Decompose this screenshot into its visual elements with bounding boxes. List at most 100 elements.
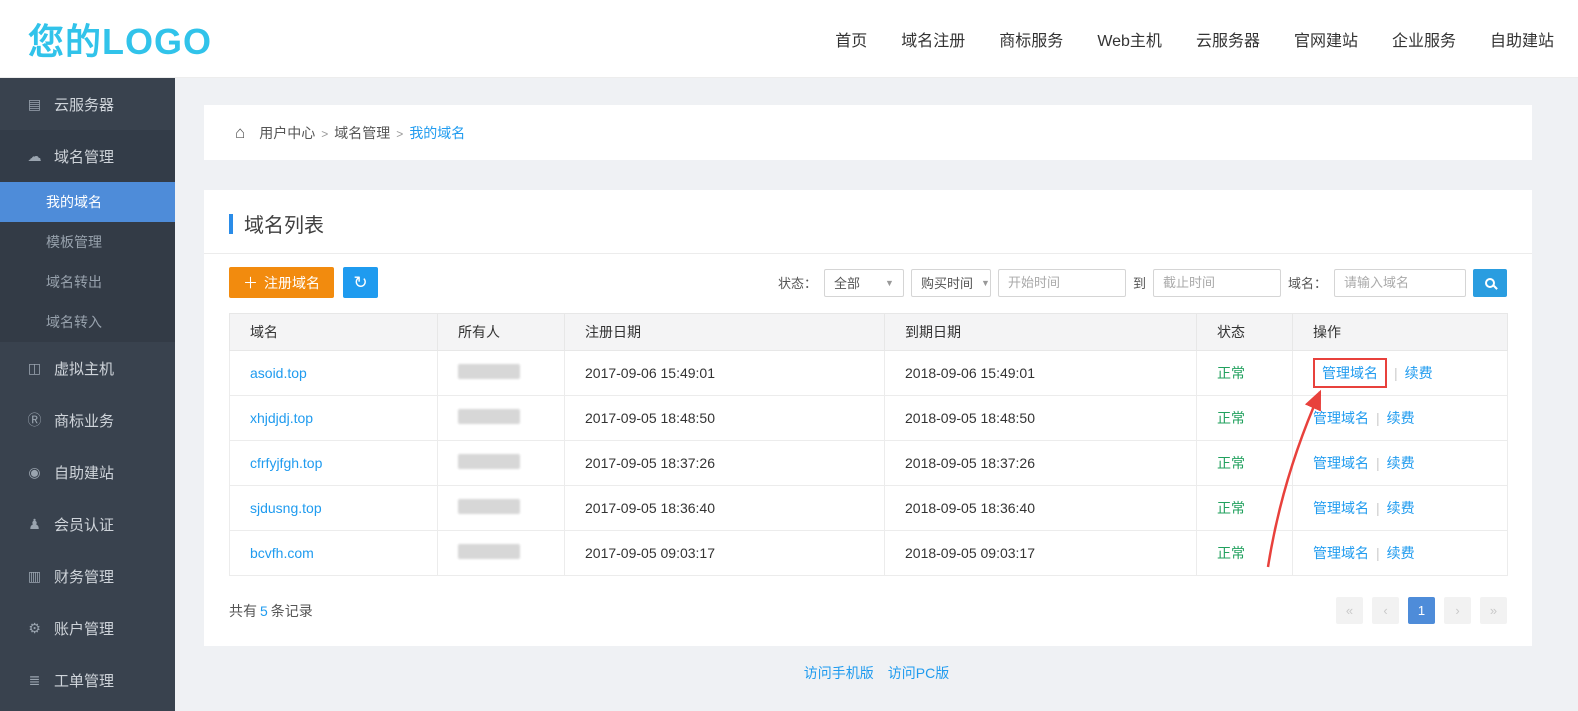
manage-domain-link[interactable]: 管理域名 [1313,545,1369,561]
search-button[interactable] [1473,269,1507,297]
top-nav-item[interactable]: 域名注册 [901,27,965,51]
page-button[interactable]: « [1336,597,1363,624]
domain-link[interactable]: cfrfyjfgh.top [250,455,322,471]
breadcrumb-item[interactable]: 我的域名 [409,125,465,141]
breadcrumb-item[interactable]: 用户中心 [259,125,315,141]
owner-redacted-block [458,544,520,559]
sidebar-item-label: 财务管理 [54,566,114,587]
page-button[interactable]: 1 [1408,597,1435,624]
record-count-number: 5 [260,603,268,619]
top-nav-item[interactable]: 首页 [835,27,867,51]
owner-cell [438,441,565,486]
sidebar-item[interactable]: Ⓡ商标业务 [0,394,175,446]
table-row: sjdusng.top2017-09-05 18:36:402018-09-05… [230,486,1508,531]
status-select[interactable]: 全部 ▼ [824,269,904,297]
page-button[interactable]: › [1444,597,1471,624]
card-title-row: 域名列表 [204,190,1532,254]
footer-link[interactable]: 访问手机版 [804,665,874,681]
sidebar-item-label: 虚拟主机 [54,358,114,379]
manage-domain-link[interactable]: 管理域名 [1313,455,1369,471]
manage-domain-link[interactable]: 管理域名 [1313,500,1369,516]
domain-link[interactable]: bcvfh.com [250,545,314,561]
sidebar-item[interactable]: ⚙ 账户管理 [0,602,175,654]
owner-cell [438,531,565,576]
chevron-down-icon: ▼ [885,278,894,288]
sidebar-item-label: 自助建站 [54,462,114,483]
table-row: asoid.top2017-09-06 15:49:012018-09-06 1… [230,351,1508,396]
renew-link[interactable]: 续费 [1387,500,1415,516]
renew-link[interactable]: 续费 [1387,455,1415,471]
register-domain-button[interactable]: ＋ 注册域名 [229,267,334,298]
ticket-icon: ≣ [26,672,43,689]
status-cell: 正常 [1197,351,1293,396]
top-nav-item[interactable]: Web主机 [1097,27,1162,51]
domain-link[interactable]: asoid.top [250,365,307,381]
sidebar-item-label: 账户管理 [54,618,114,639]
sidebar-item[interactable]: ◉自助建站 [0,446,175,498]
manage-domain-link[interactable]: 管理域名 [1313,410,1369,426]
sidebar-item[interactable]: 域名转出 [0,262,175,302]
sidebar-item-label: 商标业务 [54,410,114,431]
sidebar-item[interactable]: ☁域名管理 [0,130,175,182]
sidebar-item[interactable]: 域名转入 [0,302,175,342]
actions-cell: 管理域名|续费 [1293,396,1508,441]
renew-link[interactable]: 续费 [1387,545,1415,561]
register-date-cell: 2017-09-06 15:49:01 [565,351,885,396]
to-label: 到 [1133,273,1146,292]
register-date-cell: 2017-09-05 09:03:17 [565,531,885,576]
top-nav-item[interactable]: 企业服务 [1392,27,1456,51]
sidebar-item-label: 工单管理 [54,670,114,691]
footer-links: 访问手机版访问PC版 [175,663,1578,683]
time-type-select[interactable]: 购买时间 ▼ [911,269,991,297]
register-date-cell: 2017-09-05 18:48:50 [565,396,885,441]
sidebar-item[interactable]: 模板管理 [0,222,175,262]
top-nav-item[interactable]: 官网建站 [1294,27,1358,51]
breadcrumb-item[interactable]: 域名管理 [334,125,390,141]
page-button[interactable]: ‹ [1372,597,1399,624]
column-header: 所有人 [438,314,565,351]
sidebar-item[interactable]: ≣ 工单管理 [0,654,175,706]
column-header: 注册日期 [565,314,885,351]
top-nav-item[interactable]: 云服务器 [1196,27,1260,51]
owner-redacted-block [458,364,520,379]
vhost-icon: ◫ [26,360,43,377]
owner-cell [438,486,565,531]
manage-domain-link[interactable]: 管理域名 [1313,358,1387,388]
sidebar-item[interactable]: 我的域名 [0,182,175,222]
owner-redacted-block [458,499,520,514]
logo: 您的LOGO [28,13,212,65]
sidebar-item-label: 模板管理 [46,232,102,252]
sidebar-item[interactable]: ♟会员认证 [0,498,175,550]
actions-cell: 管理域名|续费 [1293,486,1508,531]
finance-icon: ▥ [26,568,43,585]
home-icon: ⌂ [235,123,245,143]
toolbar: ＋ 注册域名 ↻ 状态： 全部 ▼ 购买时间 ▼ 到 [204,254,1532,310]
status-badge: 正常 [1217,455,1245,471]
breadcrumb-separator: > [321,127,328,141]
sidebar-item[interactable]: ▤云服务器 [0,78,175,130]
toolbar-left: ＋ 注册域名 ↻ [229,267,378,298]
refresh-icon: ↻ [353,273,367,293]
time-type-select-value: 购买时间 [921,273,973,292]
renew-link[interactable]: 续费 [1387,410,1415,426]
column-header: 操作 [1293,314,1508,351]
status-badge: 正常 [1217,500,1245,516]
domain-cell: cfrfyjfgh.top [230,441,438,486]
sidebar-item[interactable]: ▥ 财务管理 [0,550,175,602]
sidebar-item[interactable]: ◫ 虚拟主机 [0,342,175,394]
footer-link[interactable]: 访问PC版 [888,665,949,681]
refresh-button[interactable]: ↻ [343,267,378,298]
table-row: bcvfh.com2017-09-05 09:03:172018-09-05 0… [230,531,1508,576]
domain-link[interactable]: sjdusng.top [250,500,322,516]
domain-link[interactable]: xhjdjdj.top [250,410,313,426]
sidebar-item-label: 域名管理 [54,146,114,167]
renew-link[interactable]: 续费 [1405,365,1433,381]
domain-search-input[interactable] [1334,269,1466,297]
top-nav-item[interactable]: 自助建站 [1490,27,1554,51]
top-nav-item[interactable]: 商标服务 [999,27,1063,51]
end-date-input[interactable] [1153,269,1281,297]
page-button[interactable]: » [1480,597,1507,624]
start-date-input[interactable] [998,269,1126,297]
top-header: 您的LOGO 首页 域名注册 商标服务 Web主机 云服务器 官网建站 企业服务 自助建站 [0,0,1578,78]
account-icon: ⚙ [26,620,43,637]
